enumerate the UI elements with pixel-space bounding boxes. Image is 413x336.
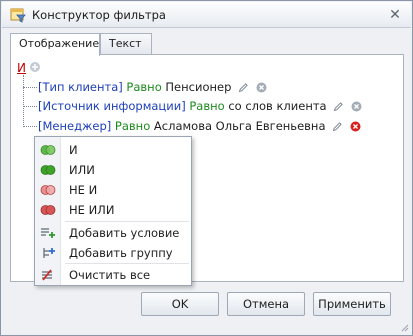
window-title: Конструктор фильтра <box>32 8 166 22</box>
filter-builder-icon <box>10 8 26 23</box>
resize-grip-icon[interactable] <box>399 322 409 332</box>
add-node-icon[interactable] <box>29 61 41 73</box>
tab-text[interactable]: Текст <box>100 33 152 55</box>
menu-item-label: И <box>69 143 78 157</box>
not-or-group-icon <box>40 205 56 215</box>
add-condition-icon <box>41 228 55 238</box>
condition-operator[interactable]: Равно <box>189 99 224 113</box>
menu-item-label: НЕ ИЛИ <box>69 203 115 217</box>
menu-separator <box>65 221 189 222</box>
menu-item-add-group[interactable]: Добавить группу <box>35 243 191 263</box>
condition-field[interactable]: [Менеджер] <box>38 119 111 133</box>
clear-all-icon <box>42 269 52 281</box>
filter-condition: [Тип клиента] Равно Пенсионер <box>38 79 267 95</box>
menu-item-label: Добавить условие <box>69 226 180 240</box>
tree-branch <box>23 87 37 88</box>
remove-condition-icon[interactable] <box>256 82 267 93</box>
menu-separator <box>65 263 189 264</box>
condition-field[interactable]: [Тип клиента] <box>38 80 123 94</box>
filter-condition: [Источник информации] Равно со слов клие… <box>38 98 362 114</box>
condition-field[interactable]: [Источник информации] <box>38 99 186 113</box>
tree-branch <box>23 106 37 107</box>
menu-item-not-and[interactable]: НЕ И <box>35 180 191 200</box>
condition-operator[interactable]: Равно <box>126 80 161 94</box>
title-bar: Конструктор фильтра ✕ <box>2 2 411 28</box>
condition-operator[interactable]: Равно <box>115 119 150 133</box>
menu-item-and[interactable]: И <box>35 140 191 160</box>
menu-item-label: ИЛИ <box>69 163 95 177</box>
not-and-group-icon <box>40 185 56 195</box>
apply-button[interactable]: Применить <box>313 292 391 316</box>
filter-builder-window: Конструктор фильтра ✕ Отображение Текст … <box>0 0 413 336</box>
menu-item-label: Очистить все <box>69 268 151 282</box>
menu-item-add-condition[interactable]: Добавить условие <box>35 223 191 243</box>
menu-item-or[interactable]: ИЛИ <box>35 160 191 180</box>
menu-item-label: НЕ И <box>69 183 98 197</box>
menu-item-label: Добавить группу <box>69 246 173 260</box>
tree-branch <box>23 126 37 127</box>
condition-value[interactable]: Асламова Ольга Евгеньевна <box>154 119 326 133</box>
condition-value[interactable]: со слов клиента <box>228 99 326 113</box>
menu-item-clear-all[interactable]: Очистить все <box>35 265 191 285</box>
cancel-button[interactable]: Отмена <box>227 292 305 316</box>
ok-button[interactable]: OK <box>141 292 219 316</box>
remove-condition-icon[interactable] <box>350 121 361 132</box>
root-group-operator[interactable]: И <box>17 61 26 75</box>
edit-pencil-icon[interactable] <box>332 121 343 132</box>
condition-value[interactable]: Пенсионер <box>165 80 231 94</box>
or-group-icon <box>40 165 56 175</box>
remove-condition-icon[interactable] <box>351 101 362 112</box>
edit-pencil-icon[interactable] <box>333 101 344 112</box>
and-group-icon <box>40 145 56 155</box>
edit-pencil-icon[interactable] <box>238 82 249 93</box>
tree-connector <box>23 75 24 127</box>
tab-display[interactable]: Отображение <box>10 33 100 56</box>
filter-condition: [Менеджер] Равно Асламова Ольга Евгеньев… <box>38 118 361 134</box>
group-context-menu: И ИЛИ НЕ И НЕ ИЛИ Добавить условие Добав… <box>34 136 192 286</box>
menu-item-not-or[interactable]: НЕ ИЛИ <box>35 200 191 220</box>
close-button[interactable]: ✕ <box>387 7 403 23</box>
add-group-icon <box>43 248 55 258</box>
